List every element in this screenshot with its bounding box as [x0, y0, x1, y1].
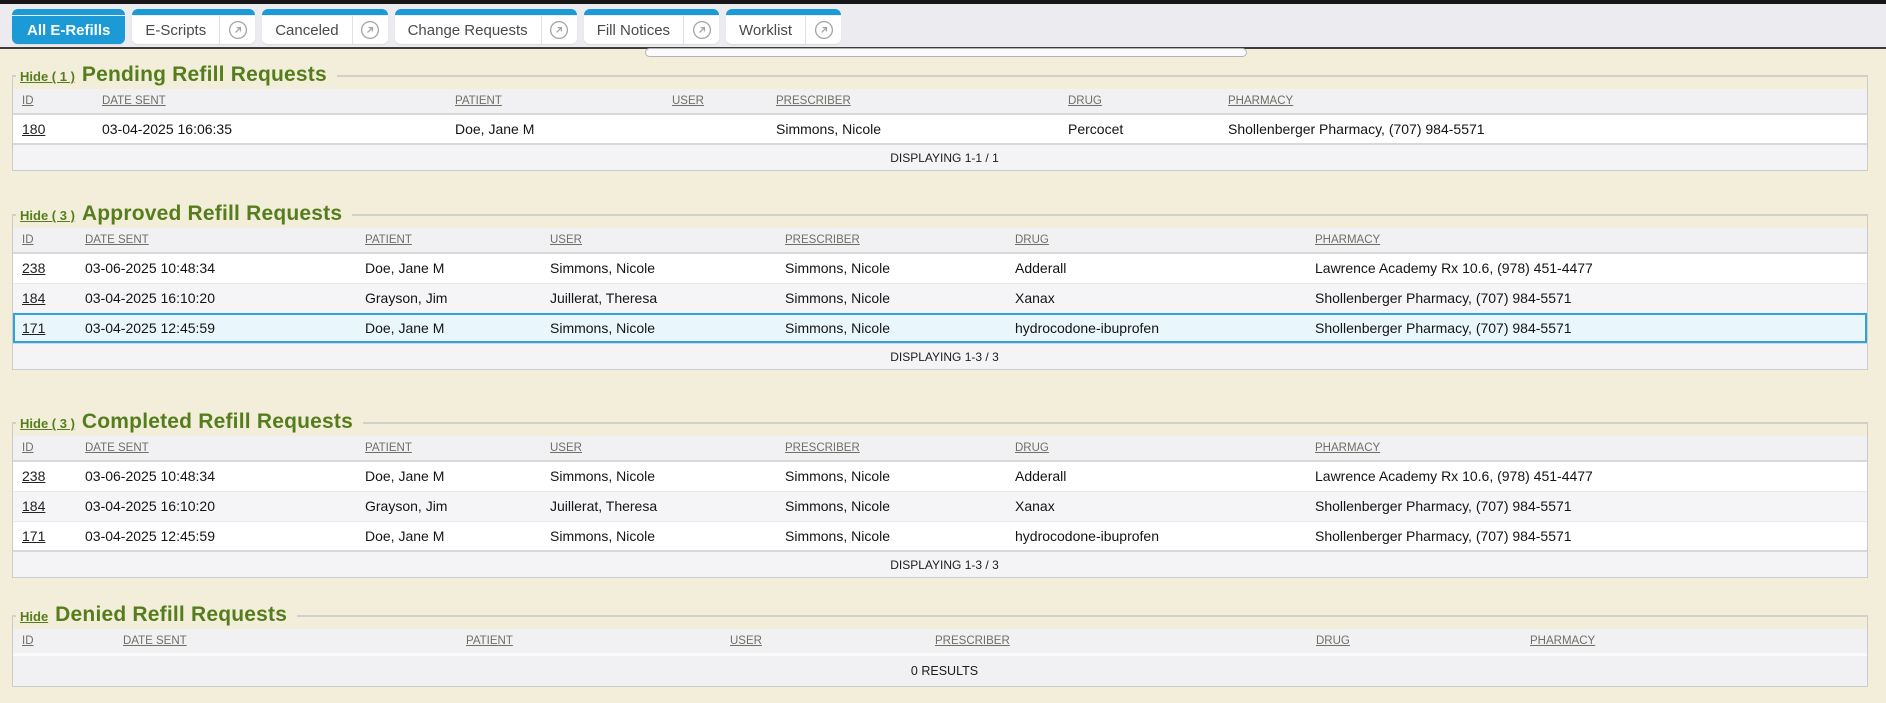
- column-header[interactable]: PATIENT: [363, 436, 548, 461]
- section-pending: Hide ( 1 ) Pending Refill Requests IDDAT…: [12, 75, 1868, 171]
- column-header[interactable]: DRUG: [1013, 436, 1313, 461]
- refill-id-link[interactable]: 180: [22, 121, 45, 137]
- hide-link[interactable]: Hide ( 1 ): [20, 69, 75, 84]
- tab-label: Fill Notices: [584, 22, 683, 39]
- column-header[interactable]: PATIENT: [363, 228, 548, 253]
- column-header[interactable]: PHARMACY: [1313, 228, 1867, 253]
- column-header[interactable]: PHARMACY: [1528, 629, 1867, 654]
- hide-link[interactable]: Hide ( 3 ): [20, 416, 75, 431]
- tab-all-e-refills[interactable]: All E-Refills: [12, 9, 125, 44]
- tab-worklist[interactable]: Worklist: [726, 9, 841, 44]
- table-footer-status: DISPLAYING 1-1 / 1: [13, 144, 1867, 170]
- column-header[interactable]: PRESCRIBER: [774, 89, 1066, 114]
- section-title: Completed Refill Requests: [82, 410, 353, 434]
- tab-e-scripts[interactable]: E-Scripts: [132, 9, 255, 44]
- column-header[interactable]: USER: [548, 228, 783, 253]
- column-header[interactable]: DRUG: [1066, 89, 1226, 114]
- section-title: Denied Refill Requests: [55, 603, 287, 627]
- table-footer-status: DISPLAYING 1-3 / 3: [13, 343, 1867, 369]
- column-header[interactable]: PRESCRIBER: [783, 228, 1013, 253]
- column-header[interactable]: ID: [13, 228, 83, 253]
- column-header[interactable]: PATIENT: [464, 629, 728, 654]
- table-header-row: IDDATE SENTPATIENTUSERPRESCRIBERDRUGPHAR…: [13, 89, 1867, 114]
- tab-label: Canceled: [262, 22, 351, 39]
- table-footer-status: 0 RESULTS: [13, 654, 1867, 686]
- section-legend: Hide ( 3 ) Completed Refill Requests: [16, 410, 363, 436]
- tab-label: All E-Refills: [12, 22, 125, 39]
- column-header[interactable]: PATIENT: [453, 89, 670, 114]
- section-title: Approved Refill Requests: [82, 202, 342, 226]
- column-header[interactable]: DATE SENT: [100, 89, 453, 114]
- column-header[interactable]: PRESCRIBER: [783, 436, 1013, 461]
- column-header[interactable]: ID: [13, 436, 83, 461]
- refill-table: IDDATE SENTPATIENTUSERPRESCRIBERDRUGPHAR…: [13, 228, 1867, 369]
- tab-label: Worklist: [726, 22, 805, 39]
- table-header-row: IDDATE SENTPATIENTUSERPRESCRIBERDRUGPHAR…: [13, 228, 1867, 253]
- external-link-icon[interactable]: [352, 16, 388, 44]
- table-row[interactable]: 18403-04-2025 16:10:20Grayson, JimJuille…: [13, 491, 1867, 521]
- refill-id-link[interactable]: 238: [22, 260, 45, 276]
- refill-id-link[interactable]: 184: [22, 498, 45, 514]
- tab-fill-notices[interactable]: Fill Notices: [584, 9, 719, 44]
- refill-table: IDDATE SENTPATIENTUSERPRESCRIBERDRUGPHAR…: [13, 436, 1867, 577]
- refill-id-link[interactable]: 184: [22, 290, 45, 306]
- column-header[interactable]: DATE SENT: [83, 228, 363, 253]
- column-header[interactable]: USER: [548, 436, 783, 461]
- hide-link[interactable]: Hide: [20, 609, 48, 624]
- column-header[interactable]: DATE SENT: [121, 629, 464, 654]
- refill-id-link[interactable]: 238: [22, 468, 45, 484]
- tab-label: E-Scripts: [132, 22, 219, 39]
- table-footer-status: DISPLAYING 1-3 / 3: [13, 551, 1867, 577]
- table-row[interactable]: 17103-04-2025 12:45:59Doe, Jane MSimmons…: [13, 313, 1867, 343]
- external-link-icon[interactable]: [805, 16, 841, 44]
- table-row[interactable]: 18403-04-2025 16:10:20Grayson, JimJuille…: [13, 283, 1867, 313]
- table-row[interactable]: 23803-06-2025 10:48:34Doe, Jane MSimmons…: [13, 253, 1867, 283]
- table-row[interactable]: 18003-04-2025 16:06:35Doe, Jane MSimmons…: [13, 114, 1867, 144]
- tab-canceled[interactable]: Canceled: [262, 9, 387, 44]
- column-header[interactable]: ID: [13, 629, 121, 654]
- table-row[interactable]: 23803-06-2025 10:48:34Doe, Jane MSimmons…: [13, 461, 1867, 491]
- section-title: Pending Refill Requests: [82, 63, 327, 87]
- section-denied: Hide Denied Refill Requests IDDATE SENTP…: [12, 615, 1868, 687]
- panel-edge-artifact: [645, 48, 1247, 57]
- external-link-icon[interactable]: [683, 16, 719, 44]
- table-header-row: IDDATE SENTPATIENTUSERPRESCRIBERDRUGPHAR…: [13, 436, 1867, 461]
- column-header[interactable]: USER: [670, 89, 774, 114]
- column-header[interactable]: DRUG: [1314, 629, 1528, 654]
- column-header[interactable]: PHARMACY: [1313, 436, 1867, 461]
- column-header[interactable]: PHARMACY: [1226, 89, 1867, 114]
- tab-change-requests[interactable]: Change Requests: [395, 9, 577, 44]
- tab-label: Change Requests: [395, 22, 541, 39]
- refill-table: IDDATE SENTPATIENTUSERPRESCRIBERDRUGPHAR…: [13, 89, 1867, 170]
- hide-link[interactable]: Hide ( 3 ): [20, 208, 75, 223]
- section-approved: Hide ( 3 ) Approved Refill Requests IDDA…: [12, 214, 1868, 370]
- column-header[interactable]: USER: [728, 629, 933, 654]
- section-legend: Hide ( 3 ) Approved Refill Requests: [16, 202, 352, 228]
- column-header[interactable]: DRUG: [1013, 228, 1313, 253]
- section-completed: Hide ( 3 ) Completed Refill Requests IDD…: [12, 422, 1868, 578]
- table-row[interactable]: 17103-04-2025 12:45:59Doe, Jane MSimmons…: [13, 521, 1867, 551]
- external-link-icon[interactable]: [541, 16, 577, 44]
- sections: Hide ( 1 ) Pending Refill Requests IDDAT…: [12, 75, 1868, 687]
- column-header[interactable]: ID: [13, 89, 100, 114]
- section-legend: Hide ( 1 ) Pending Refill Requests: [16, 63, 337, 89]
- refill-id-link[interactable]: 171: [22, 528, 45, 544]
- column-header[interactable]: PRESCRIBER: [933, 629, 1314, 654]
- refill-id-link[interactable]: 171: [22, 320, 45, 336]
- external-link-icon[interactable]: [219, 16, 255, 44]
- refill-table: IDDATE SENTPATIENTUSERPRESCRIBERDRUGPHAR…: [13, 629, 1867, 686]
- section-legend: Hide Denied Refill Requests: [16, 603, 297, 629]
- table-header-row: IDDATE SENTPATIENTUSERPRESCRIBERDRUGPHAR…: [13, 629, 1867, 654]
- column-header[interactable]: DATE SENT: [83, 436, 363, 461]
- tab-bar: All E-Refills E-Scripts Canceled Change …: [0, 4, 1886, 47]
